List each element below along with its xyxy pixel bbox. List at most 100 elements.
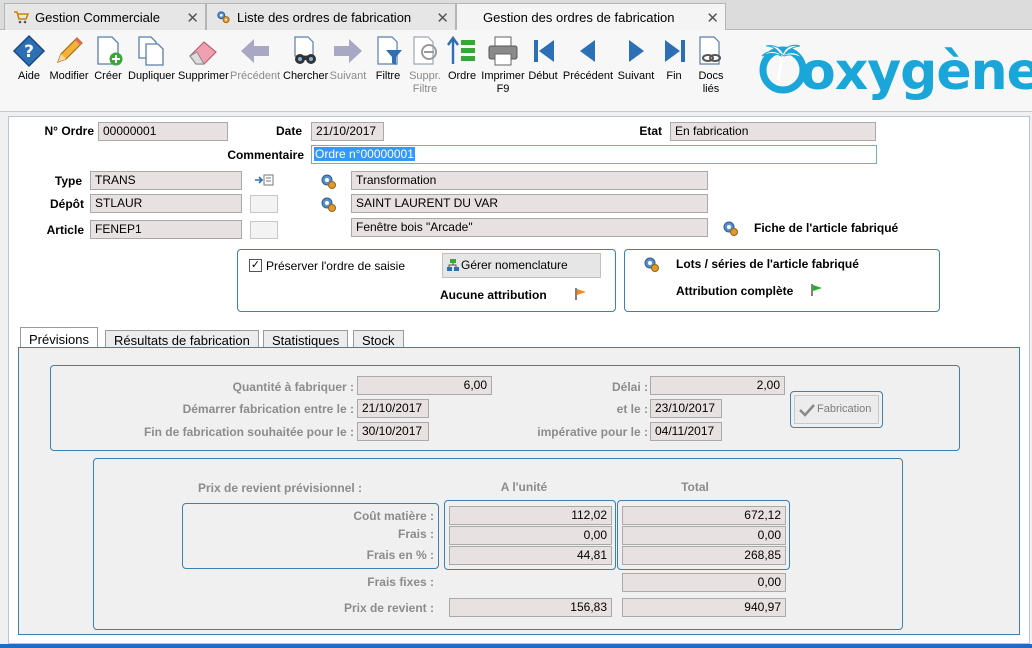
- article-lookup-button[interactable]: [250, 221, 278, 239]
- supprimer-button[interactable]: Supprimer: [178, 34, 229, 83]
- printer-icon: [488, 36, 518, 66]
- lots-series-link[interactable]: Lots / séries de l'article fabriqué: [676, 257, 859, 271]
- green-flag-icon: [811, 284, 822, 296]
- help-icon: ?: [12, 34, 46, 68]
- gear-icon[interactable]: [722, 220, 738, 236]
- gerer-nomenclature-label: Gérer nomenclature: [461, 258, 568, 272]
- orange-flag-icon: [575, 288, 586, 300]
- new-document-icon: [97, 36, 123, 66]
- cout-matiere-total: 672,12: [622, 506, 786, 525]
- fin-field[interactable]: 30/10/2017: [357, 422, 429, 441]
- gear-icon[interactable]: [320, 196, 336, 212]
- delai-label: Délai :: [611, 380, 648, 394]
- gear-icon[interactable]: [643, 256, 659, 272]
- delai-field[interactable]: 2,00: [650, 376, 785, 395]
- check-icon: [799, 404, 815, 417]
- list-select-icon[interactable]: [254, 173, 274, 187]
- close-icon[interactable]: ✕: [436, 9, 449, 27]
- suivant-button[interactable]: Suivant: [329, 34, 367, 83]
- type-field[interactable]: TRANS: [90, 171, 242, 190]
- demarrer-label: Démarrer fabrication entre le :: [182, 402, 354, 416]
- toolbar: ? Aide Modifier Créer Dupliquer Supprime…: [0, 30, 1032, 112]
- ordre-button[interactable]: Ordre: [445, 34, 479, 83]
- fin-label: Fin de fabrication souhaitée pour le :: [143, 425, 354, 439]
- oxygene-logo: oxygène: [756, 40, 1032, 106]
- arrow-left-icon: [241, 39, 269, 63]
- etat-field[interactable]: En fabrication: [670, 122, 876, 141]
- tab-gestion-commerciale[interactable]: Gestion Commerciale ✕: [4, 3, 206, 30]
- creer-button[interactable]: Créer: [92, 34, 124, 83]
- linked-documents-icon: [699, 36, 721, 65]
- arrow-right-icon: [334, 39, 362, 63]
- col-total-header: Total: [681, 480, 709, 494]
- preserver-checkbox[interactable]: ✓: [249, 259, 262, 272]
- docs-lies-button[interactable]: Docs liés: [693, 34, 729, 96]
- tab-label: Gestion des ordres de fabrication: [483, 10, 675, 25]
- no-ordre-field[interactable]: 00000001: [98, 122, 228, 141]
- imperative-field[interactable]: 04/11/2017: [650, 422, 722, 441]
- fabrication-button[interactable]: Fabrication: [794, 395, 879, 424]
- frais-pct-label: Frais en % :: [366, 548, 434, 562]
- depot-description: SAINT LAURENT DU VAR: [351, 194, 708, 213]
- type-description: Transformation: [351, 171, 708, 190]
- fiche-article-link[interactable]: Fiche de l'article fabriqué: [754, 221, 898, 235]
- frais-total: 0,00: [622, 526, 786, 545]
- close-icon[interactable]: ✕: [706, 9, 719, 27]
- frais-fixes-label: Frais fixes :: [367, 575, 434, 589]
- et-le-label: et le :: [616, 402, 648, 416]
- depot-field[interactable]: STLAUR: [90, 194, 242, 213]
- prix-revient-label: Prix de revient :: [343, 601, 434, 615]
- date-field[interactable]: 21/10/2017: [311, 122, 384, 141]
- tab-gestion-ordres[interactable]: Gestion des ordres de fabrication ✕: [456, 3, 726, 31]
- aide-button[interactable]: ? Aide: [10, 34, 48, 83]
- article-field[interactable]: FENEP1: [90, 220, 242, 239]
- tab-label: Gestion Commerciale: [35, 9, 160, 25]
- aucune-attribution-text: Aucune attribution: [440, 288, 547, 302]
- commentaire-field[interactable]: Ordre n°00000001: [311, 145, 877, 164]
- no-ordre-label: N° Ordre: [44, 124, 94, 138]
- suivant-nav-button[interactable]: Suivant: [616, 34, 656, 83]
- frais-pct-total: 268,85: [622, 546, 786, 565]
- sort-icon: [447, 35, 475, 64]
- filtre-button[interactable]: Filtre: [372, 34, 404, 83]
- gears-icon: [217, 11, 230, 24]
- dupliquer-button[interactable]: Dupliquer: [128, 34, 175, 83]
- commentaire-value: Ordre n°00000001: [314, 147, 415, 161]
- precedent-button[interactable]: Précédent: [230, 34, 280, 83]
- tab-label: Liste des ordres de fabrication: [237, 9, 412, 25]
- costs-title: Prix de revient prévisionnel :: [198, 481, 363, 495]
- qte-field[interactable]: 6,00: [357, 376, 492, 395]
- et-le-field[interactable]: 23/10/2017: [650, 399, 722, 418]
- date-label: Date: [275, 124, 302, 138]
- filter-icon: [377, 36, 402, 65]
- precedent-nav-button[interactable]: Précédent: [562, 34, 614, 83]
- close-icon[interactable]: ✕: [186, 9, 199, 27]
- previous-icon: [580, 40, 595, 62]
- tab-liste-ordres[interactable]: Liste des ordres de fabrication ✕: [206, 3, 456, 30]
- frais-label: Frais :: [397, 527, 434, 541]
- first-record-icon: [534, 40, 554, 62]
- article-label: Article: [46, 223, 84, 237]
- gerer-nomenclature-button[interactable]: Gérer nomenclature: [442, 253, 601, 278]
- gear-icon[interactable]: [320, 173, 336, 189]
- suppr-filtre-button[interactable]: Suppr. Filtre: [407, 34, 443, 96]
- chercher-button[interactable]: Chercher: [283, 34, 328, 83]
- demarrer-field[interactable]: 21/10/2017: [357, 399, 429, 418]
- article-description: Fenêtre bois "Arcade": [351, 218, 708, 237]
- nomenclature-icon: [447, 259, 459, 271]
- cart-icon: [14, 11, 29, 24]
- depot-lookup-button[interactable]: [250, 195, 278, 213]
- pencil-icon: [56, 37, 83, 64]
- frais-fixes-total[interactable]: 0,00: [622, 573, 786, 592]
- svg-text:?: ?: [24, 42, 34, 62]
- frais-unit: 0,00: [449, 526, 612, 545]
- imprimer-button[interactable]: Imprimer F9: [481, 34, 525, 96]
- prix-revient-unit: 156,83: [449, 598, 612, 617]
- col-unit-header: A l'unité: [500, 480, 548, 494]
- depot-label: Dépôt: [50, 197, 84, 211]
- next-icon: [629, 40, 644, 62]
- modifier-button[interactable]: Modifier: [48, 34, 90, 83]
- frais-pct-unit: 44,81: [449, 546, 612, 565]
- fin-button[interactable]: Fin: [658, 34, 690, 83]
- debut-button[interactable]: Début: [527, 34, 559, 83]
